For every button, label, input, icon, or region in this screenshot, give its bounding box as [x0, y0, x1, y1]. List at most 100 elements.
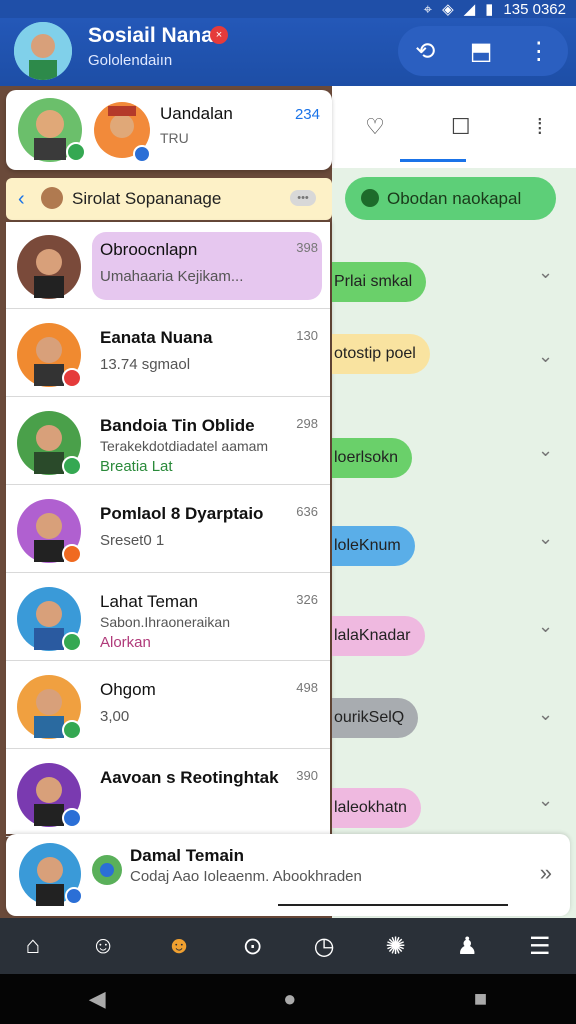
- banner-label: Sirolat Sopananage: [72, 189, 222, 208]
- more-icon[interactable]: ⋮: [527, 37, 551, 66]
- chat-name: Pomlaol 8 Dyarptaio: [100, 504, 264, 523]
- right-chip[interactable]: ourikSelQ: [332, 698, 419, 738]
- chat-name: Aavoan s Reotinghtak: [100, 768, 279, 787]
- avatar: [19, 843, 83, 906]
- primary-action-button[interactable]: Obodan naokapal: [345, 177, 556, 220]
- list-item[interactable]: Lahat Teman 326 Sabon.Ihraoneraikan Alor…: [6, 574, 330, 661]
- chat-time: 390: [296, 768, 318, 783]
- tab-bar: ♡ ☐ ⁞: [332, 86, 576, 168]
- settings-icon[interactable]: ✺: [386, 932, 406, 961]
- bottom-contact-card[interactable]: Damal Temain Codaj Aao Ioleaenm. Abookhr…: [6, 834, 570, 916]
- chat-time: 130: [296, 328, 318, 343]
- phone-icon: [361, 189, 379, 207]
- message-icon[interactable]: ☐: [451, 114, 471, 140]
- list-item[interactable]: Aavoan s Reotinghtak 390: [6, 750, 330, 837]
- bottom-card-name: Damal Temain: [130, 846, 245, 865]
- right-chip[interactable]: loerlsokn: [332, 438, 413, 478]
- app-title: Sosiail Nana: [88, 24, 213, 47]
- top-card-sub: TRU: [160, 130, 189, 146]
- chat-time: 398: [296, 240, 318, 255]
- top-card-count: 234: [294, 106, 320, 123]
- clock-icon[interactable]: ◷: [314, 932, 335, 961]
- list-item[interactable]: Obroocnlapn 398 Umahaaria Kejikam...: [6, 222, 330, 309]
- avatar: [17, 587, 82, 652]
- back-icon[interactable]: ‹: [18, 188, 25, 211]
- avatar: [17, 675, 82, 740]
- primary-action-label: Obodan naokapal: [387, 189, 522, 208]
- chevron-down-icon[interactable]: ⌄: [538, 440, 553, 461]
- top-contact-card[interactable]: Uandalan TRU 234: [6, 90, 332, 170]
- chevron-down-icon[interactable]: ⌄: [538, 262, 553, 283]
- right-chip[interactable]: laleokhatn: [332, 788, 421, 828]
- profile-avatar[interactable]: [14, 22, 72, 80]
- back-nav-icon[interactable]: ◀: [89, 986, 106, 1012]
- conversation-banner[interactable]: ‹ Sirolat Sopananage •••: [6, 178, 332, 220]
- chevron-down-icon[interactable]: ⌄: [538, 528, 553, 549]
- chat-time: 298: [296, 416, 318, 431]
- chat-name: Lahat Teman: [100, 592, 198, 611]
- menu-icon[interactable]: ☰: [529, 932, 551, 961]
- list-item[interactable]: Pomlaol 8 Dyarptaio 636 Sreset0 1: [6, 486, 330, 573]
- user-icon[interactable]: ♟: [457, 932, 479, 961]
- app-subtitle: Gololendaiın: [88, 52, 173, 69]
- status-time: 135 0362: [503, 0, 566, 18]
- chat-list: Obroocnlapn 398 Umahaaria Kejikam... Ean…: [6, 222, 330, 837]
- top-card-name: Uandalan: [160, 104, 233, 123]
- list-item[interactable]: Ohgom 498 3,00: [6, 662, 330, 749]
- contact-avatar: [18, 98, 86, 162]
- alert-badge: ×: [210, 26, 228, 44]
- chat-tags: Alorkan: [100, 634, 151, 651]
- system-nav-bar: ◀ ● ■: [0, 974, 576, 1024]
- divider: [278, 904, 508, 906]
- chat-preview: Sreset0 1: [100, 532, 165, 549]
- app-bar: Sosiail Nana × Gololendaiın ⟲ ⬒ ⋮: [0, 18, 576, 86]
- chevron-down-icon[interactable]: ⌄: [538, 616, 553, 637]
- apps-icon[interactable]: ⁞: [537, 114, 543, 140]
- location-icon: ⌖: [423, 0, 433, 18]
- right-chip[interactable]: Prlai smkal: [332, 262, 427, 302]
- chat-tags: Breatia Lat: [100, 458, 173, 475]
- right-chip[interactable]: lalaKnadar: [332, 616, 425, 656]
- home-icon[interactable]: ⌂: [25, 932, 40, 960]
- avatar: [17, 323, 82, 388]
- avatar: [17, 499, 82, 564]
- bottom-card-msg: Codaj Aao Ioleaenm. Abookhraden: [130, 868, 362, 885]
- contact-avatar-2: [94, 102, 151, 163]
- chat-preview: Umahaaria Kejikam...: [100, 268, 244, 285]
- typing-indicator: •••: [290, 190, 316, 206]
- heart-icon[interactable]: ♡: [365, 114, 385, 140]
- chevron-right-icon[interactable]: »: [540, 860, 552, 886]
- sticker-icon: [92, 855, 122, 885]
- bottom-nav: ⌂ ☺ ☻ ⊙ ◷ ✺ ♟ ☰: [0, 918, 576, 974]
- chevron-down-icon[interactable]: ⌄: [538, 346, 553, 367]
- chat-time: 498: [296, 680, 318, 695]
- banner-avatar: [41, 187, 63, 209]
- chevron-down-icon[interactable]: ⌄: [538, 790, 553, 811]
- chat-subtitle: Terakekdotdiadatel aamam: [100, 438, 269, 454]
- chat-time: 636: [296, 504, 318, 519]
- notification-icon[interactable]: ⬒: [470, 37, 493, 66]
- list-item[interactable]: Eanata Nuana 130 13.74 sgmaol: [6, 310, 330, 397]
- chat-name: Eanata Nuana: [100, 328, 213, 347]
- wifi-icon: ◈: [442, 1, 454, 18]
- recents-nav-icon[interactable]: ■: [474, 986, 487, 1012]
- right-chip[interactable]: loleKnum: [332, 526, 415, 566]
- avatar: [17, 411, 82, 476]
- chevron-down-icon[interactable]: ⌄: [538, 704, 553, 725]
- chat-name: Obroocnlapn: [100, 240, 198, 259]
- chat-preview: 13.74 sgmaol: [100, 356, 191, 373]
- home-nav-icon[interactable]: ●: [283, 986, 296, 1012]
- chat-bubble-icon[interactable]: ☻: [166, 932, 191, 960]
- avatar: [17, 235, 81, 299]
- signal-icon: ◢: [463, 1, 476, 18]
- chat-preview: 3,00: [100, 708, 130, 725]
- chat-subtitle: Sabon.Ihraoneraikan: [100, 614, 230, 630]
- sync-icon[interactable]: ⟲: [415, 37, 435, 66]
- right-chip[interactable]: otostip poel: [332, 334, 430, 374]
- list-item[interactable]: Bandoia Tin Oblide 298 Terakekdotdiadate…: [6, 398, 330, 485]
- appbar-actions: ⟲ ⬒ ⋮: [398, 26, 568, 76]
- avatar: [17, 763, 82, 828]
- profile-avatar-nav[interactable]: ☺: [91, 932, 116, 960]
- search-icon[interactable]: ⊙: [243, 932, 263, 961]
- chat-name: Ohgom: [100, 680, 156, 699]
